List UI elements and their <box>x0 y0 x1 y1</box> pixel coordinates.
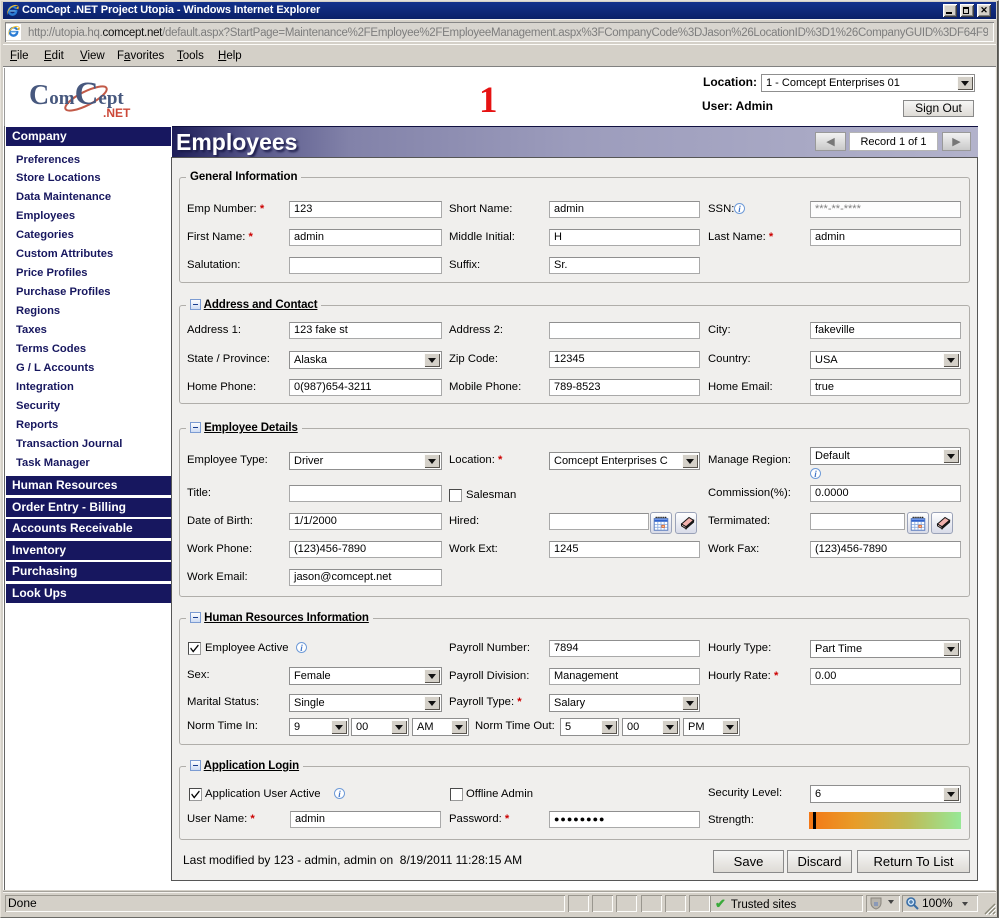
svg-text:.NET: .NET <box>103 106 131 120</box>
